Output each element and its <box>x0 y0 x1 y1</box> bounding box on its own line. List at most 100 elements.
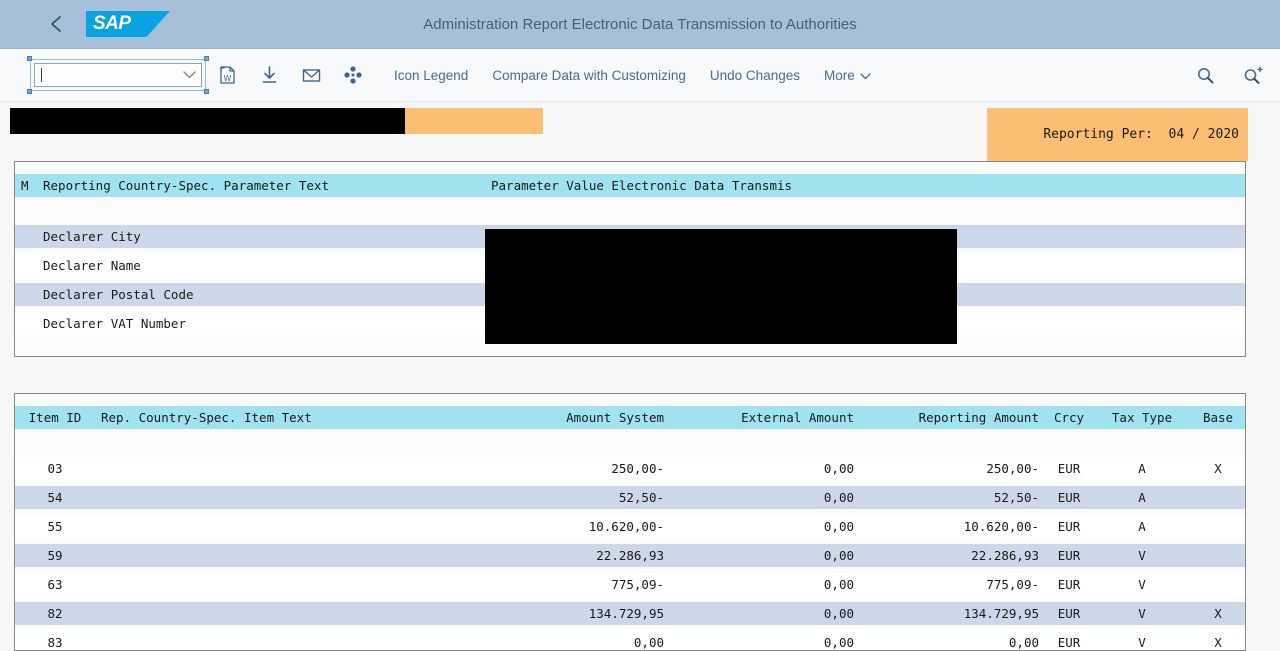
item-cell-item_id[interactable]: 59 <box>15 541 95 570</box>
item-cell-item_text[interactable] <box>95 483 485 512</box>
item-header-reporting_amount[interactable]: Reporting Amount <box>860 394 1045 440</box>
param-cell-param_text[interactable]: Declarer VAT Number <box>37 309 485 338</box>
relationship-icon[interactable] <box>336 58 370 92</box>
item-cell-tax_type[interactable]: A <box>1093 454 1191 483</box>
item-cell-external_amount[interactable]: 0,00 <box>670 599 860 628</box>
item-cell-base[interactable] <box>1191 541 1245 570</box>
item-cell-item_text[interactable] <box>95 512 485 541</box>
item-cell-external_amount[interactable]: 0,00 <box>670 570 860 599</box>
table-row[interactable]: 54 52,50- 0,00 52,50- EUR A <box>15 483 1245 512</box>
item-cell-external_amount[interactable]: 0,00 <box>670 541 860 570</box>
item-cell-item_id[interactable]: 83 <box>15 628 95 650</box>
item-cell-item_id[interactable]: 63 <box>15 570 95 599</box>
item-cell-amount_system[interactable]: 10.620,00- <box>485 512 670 541</box>
item-cell-item_id[interactable]: 54 <box>15 483 95 512</box>
item-cell-reporting_amount[interactable]: 52,50- <box>860 483 1045 512</box>
param-header-param_text[interactable]: Reporting Country-Spec. Parameter Text <box>37 162 485 208</box>
item-cell-tax_type[interactable]: V <box>1093 541 1191 570</box>
item-cell-base[interactable] <box>1191 483 1245 512</box>
item-cell-item_text[interactable] <box>95 454 485 483</box>
parameters-table[interactable]: M Reporting Country-Spec. Parameter Text P… <box>14 161 1246 357</box>
param-cell-param_text[interactable]: Declarer Name <box>37 251 485 280</box>
param-cell-m[interactable] <box>15 222 37 251</box>
item-cell-reporting_amount[interactable]: 250,00- <box>860 454 1045 483</box>
items-table[interactable]: Item ID Rep. Country-Spec. Item Text Amoun… <box>14 393 1246 651</box>
item-cell-external_amount[interactable]: 0,00 <box>670 483 860 512</box>
item-cell-tax_type[interactable]: V <box>1093 628 1191 650</box>
param-cell-m[interactable] <box>15 251 37 280</box>
table-row[interactable]: 03 250,00- 0,00 250,00- EUR A X <box>15 454 1245 483</box>
more-menu-button[interactable]: More <box>824 68 871 83</box>
item-cell-item_id[interactable]: 55 <box>15 512 95 541</box>
search-next-icon[interactable] <box>1236 58 1270 92</box>
sap-logo[interactable]: SAP <box>86 11 170 37</box>
back-button[interactable] <box>36 4 76 44</box>
item-cell-item_text[interactable] <box>95 599 485 628</box>
item-cell-reporting_amount[interactable]: 0,00 <box>860 628 1045 650</box>
table-row[interactable]: 55 10.620,00- 0,00 10.620,00- EUR A <box>15 512 1245 541</box>
item-header-base[interactable]: Base <box>1191 394 1245 440</box>
item-cell-crcy[interactable]: EUR <box>1045 570 1093 599</box>
item-cell-reporting_amount[interactable]: 775,09- <box>860 570 1045 599</box>
item-cell-external_amount[interactable]: 0,00 <box>670 512 860 541</box>
item-header-item_text[interactable]: Rep. Country-Spec. Item Text <box>95 394 485 440</box>
item-cell-base[interactable]: X <box>1191 454 1245 483</box>
item-cell-crcy[interactable]: EUR <box>1045 483 1093 512</box>
selection-handle-br[interactable] <box>204 89 209 94</box>
item-cell-crcy[interactable]: EUR <box>1045 599 1093 628</box>
item-cell-tax_type[interactable]: A <box>1093 512 1191 541</box>
item-cell-reporting_amount[interactable]: 22.286,93 <box>860 541 1045 570</box>
param-cell-m[interactable] <box>15 309 37 338</box>
search-icon[interactable] <box>1188 58 1222 92</box>
download-icon[interactable] <box>252 58 286 92</box>
item-cell-crcy[interactable]: EUR <box>1045 512 1093 541</box>
compare-data-with-customizing-button[interactable]: Compare Data with Customizing <box>492 68 686 83</box>
item-cell-base[interactable]: X <box>1191 599 1245 628</box>
table-row[interactable]: 83 0,00 0,00 0,00 EUR V X <box>15 628 1245 650</box>
item-cell-item_id[interactable]: 03 <box>15 454 95 483</box>
selection-handle-tl[interactable] <box>27 56 32 61</box>
item-header-external_amount[interactable]: External Amount <box>670 394 860 440</box>
item-cell-amount_system[interactable]: 22.286,93 <box>485 541 670 570</box>
item-cell-reporting_amount[interactable]: 10.620,00- <box>860 512 1045 541</box>
undo-changes-button[interactable]: Undo Changes <box>710 68 800 83</box>
item-cell-base[interactable]: X <box>1191 628 1245 650</box>
item-header-item_id[interactable]: Item ID <box>15 394 95 440</box>
table-row[interactable]: 59 22.286,93 0,00 22.286,93 EUR V <box>15 541 1245 570</box>
item-cell-base[interactable] <box>1191 570 1245 599</box>
item-cell-crcy[interactable]: EUR <box>1045 541 1093 570</box>
item-cell-reporting_amount[interactable]: 134.729,95 <box>860 599 1045 628</box>
icon-legend-button[interactable]: Icon Legend <box>394 68 468 83</box>
selection-handle-tr[interactable] <box>204 56 209 61</box>
item-cell-amount_system[interactable]: 134.729,95 <box>485 599 670 628</box>
word-export-icon[interactable]: W <box>210 58 244 92</box>
param-header-m[interactable]: M <box>15 162 37 208</box>
param-cell-m[interactable] <box>15 280 37 309</box>
item-cell-item_id[interactable]: 82 <box>15 599 95 628</box>
item-cell-item_text[interactable] <box>95 628 485 650</box>
item-cell-amount_system[interactable]: 52,50- <box>485 483 670 512</box>
item-cell-tax_type[interactable]: V <box>1093 599 1191 628</box>
item-header-amount_system[interactable]: Amount System <box>485 394 670 440</box>
item-cell-item_text[interactable] <box>95 541 485 570</box>
item-cell-amount_system[interactable]: 250,00- <box>485 454 670 483</box>
item-cell-tax_type[interactable]: V <box>1093 570 1191 599</box>
table-row[interactable]: 82 134.729,95 0,00 134.729,95 EUR V X <box>15 599 1245 628</box>
item-cell-external_amount[interactable]: 0,00 <box>670 454 860 483</box>
item-cell-amount_system[interactable]: 0,00 <box>485 628 670 650</box>
item-cell-base[interactable] <box>1191 512 1245 541</box>
mail-icon[interactable] <box>294 58 328 92</box>
command-field[interactable] <box>34 63 202 87</box>
item-header-crcy[interactable]: Crcy <box>1045 394 1093 440</box>
item-cell-crcy[interactable]: EUR <box>1045 628 1093 650</box>
selection-handle-bl[interactable] <box>27 89 32 94</box>
item-header-tax_type[interactable]: Tax Type <box>1093 394 1191 440</box>
item-cell-item_text[interactable] <box>95 570 485 599</box>
chevron-down-icon[interactable] <box>183 66 196 84</box>
item-cell-crcy[interactable]: EUR <box>1045 454 1093 483</box>
param-cell-param_text[interactable]: Declarer Postal Code <box>37 280 485 309</box>
item-cell-external_amount[interactable]: 0,00 <box>670 628 860 650</box>
item-cell-amount_system[interactable]: 775,09- <box>485 570 670 599</box>
param-header-param_value[interactable]: Parameter Value Electronic Data Transmis <box>485 162 1245 208</box>
table-row[interactable]: 63 775,09- 0,00 775,09- EUR V <box>15 570 1245 599</box>
